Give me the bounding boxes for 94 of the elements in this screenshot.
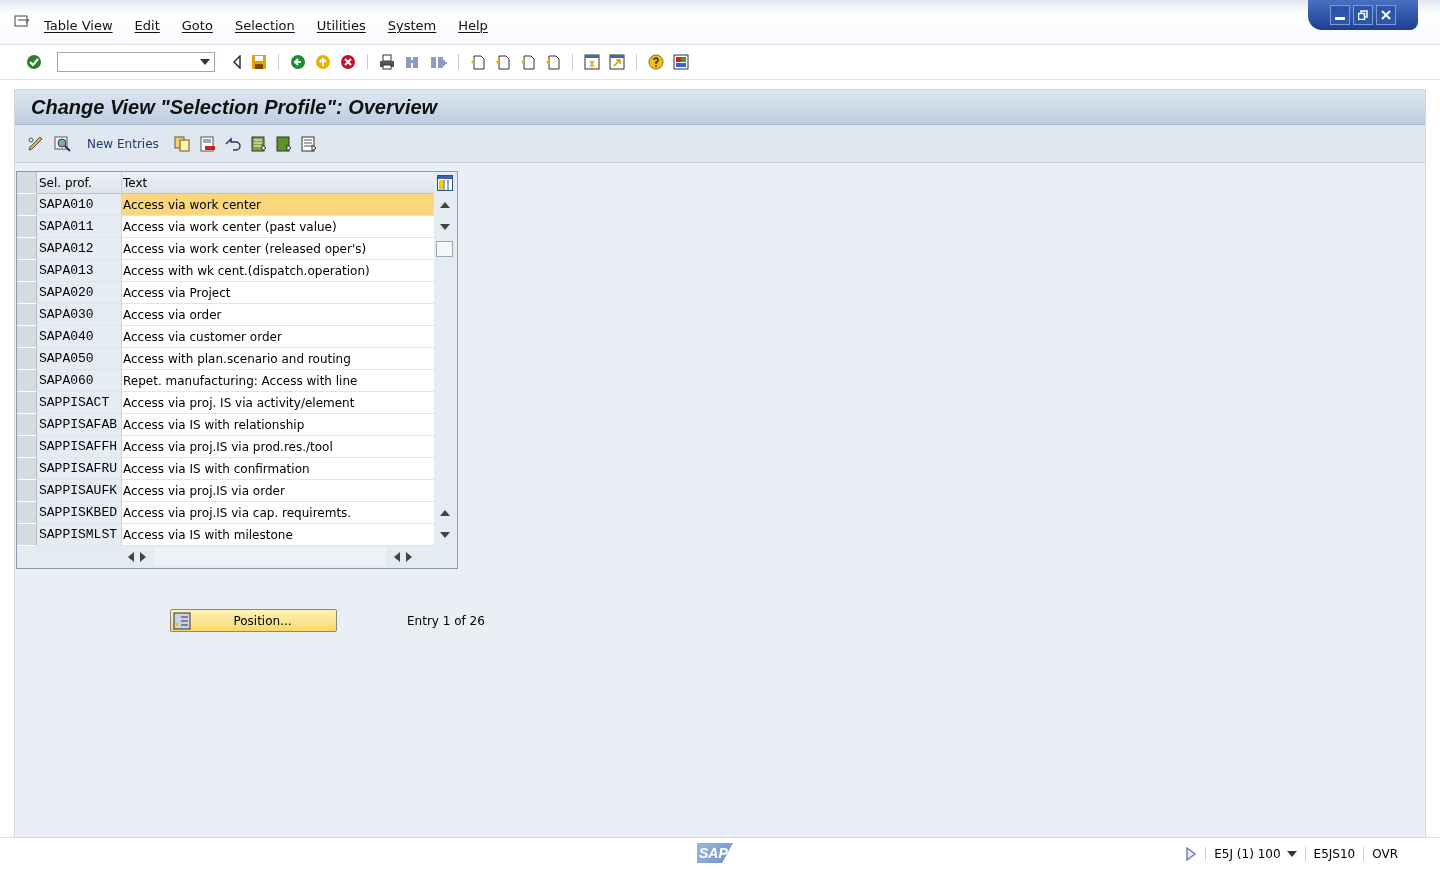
scroll-up-icon[interactable] (439, 510, 450, 516)
table-cell: SAPA012 (37, 238, 122, 260)
scroll-down-icon[interactable] (439, 224, 450, 230)
table-cell: Access via work center (past value) (122, 216, 434, 238)
table-cell: SAPA011 (37, 216, 122, 238)
menu-item[interactable]: Utilities (316, 11, 366, 33)
table-cell: SAPA060 (37, 370, 122, 392)
delete-icon[interactable] (198, 135, 215, 152)
command-field[interactable] (57, 52, 215, 72)
restore-icon (1358, 10, 1368, 20)
table-cell: Access via IS with relationship (122, 414, 434, 436)
print-icon[interactable] (379, 54, 395, 70)
menu-item[interactable]: System (387, 11, 437, 33)
table-cell: Access via proj.IS via prod.res./tool (122, 436, 434, 458)
scroll-left-icon[interactable] (128, 552, 134, 562)
scroll-left-icon[interactable] (394, 552, 400, 562)
table-cell: SAPPISAUFK (37, 480, 122, 502)
table-cell: Access with wk cent.(dispatch.operation) (122, 260, 434, 282)
cancel-icon[interactable] (340, 54, 356, 70)
table-cell: Repet. manufacturing: Access with line (122, 370, 434, 392)
scroll-right-icon[interactable] (406, 552, 412, 562)
scroll-down-icon[interactable] (439, 532, 450, 538)
help-icon[interactable] (648, 54, 664, 70)
table-cell: Access via order (122, 304, 434, 326)
table-cell: Access via IS with confirmation (122, 458, 434, 480)
column-header[interactable]: Text (122, 172, 434, 194)
table-cell: Access via IS with milestone (122, 524, 434, 546)
select-all-icon[interactable] (250, 135, 267, 152)
menu-icon[interactable] (14, 15, 32, 29)
system-info[interactable]: E5J (1) 100 (1205, 847, 1305, 861)
table-cell: Access via Project (122, 282, 434, 304)
table-cell: SAPA020 (37, 282, 122, 304)
table-cell: SAPA013 (37, 260, 122, 282)
previous-page-icon[interactable] (495, 54, 511, 70)
undo-icon[interactable] (223, 135, 242, 152)
next-page-icon[interactable] (520, 54, 536, 70)
table-cell: SAPPISMLST (37, 524, 122, 546)
insert-mode[interactable]: OVR (1363, 847, 1406, 861)
screen-title: Change View "Selection Profile": Overview (31, 95, 438, 119)
column-header[interactable]: Sel. prof. (37, 172, 122, 194)
entry-counter: Entry 1 of 26 (407, 613, 485, 628)
display-icon[interactable] (54, 135, 72, 152)
table-cell: SAPPISAFRU (37, 458, 122, 480)
binoculars-icon[interactable] (404, 54, 420, 70)
scrollbar-thumb[interactable] (436, 241, 453, 257)
scroll-right-icon[interactable] (140, 552, 146, 562)
sap-logo: SAP (697, 843, 733, 863)
minimize-button[interactable] (1330, 5, 1350, 25)
system-info-text: E5J (1) 100 (1214, 847, 1281, 861)
position-button[interactable]: Position... (170, 609, 337, 632)
menu-item[interactable]: Help (458, 11, 488, 33)
table-cell: Access via proj.IS via cap. requiremts. (122, 502, 434, 524)
table-cell: SAPA040 (37, 326, 122, 348)
table-cell: Access via work center (122, 194, 434, 216)
menu-item[interactable]: Table View (44, 11, 113, 33)
close-button[interactable] (1376, 5, 1396, 25)
restore-button[interactable] (1353, 5, 1373, 25)
scroll-up-icon[interactable] (439, 202, 450, 208)
minimize-icon (1335, 17, 1345, 20)
layout-icon[interactable] (673, 54, 689, 70)
last-page-icon[interactable] (545, 54, 561, 70)
first-page-icon[interactable] (470, 54, 486, 70)
check-icon[interactable] (26, 54, 42, 70)
triangle-left-icon[interactable] (232, 55, 242, 69)
table-cell: SAPA050 (37, 348, 122, 370)
table-cell: SAPPISKBED (37, 502, 122, 524)
caret-icon[interactable] (200, 59, 210, 65)
table-cell: SAPPISACT (37, 392, 122, 414)
table-cell: Access via proj. IS via activity/element (122, 392, 434, 414)
table-cell: Access with plan.scenario and routing (122, 348, 434, 370)
table-cell: SAPA010 (37, 194, 122, 216)
save-icon[interactable] (251, 54, 267, 70)
server-name: E5JS10 (1304, 847, 1364, 861)
back-icon[interactable] (290, 54, 306, 70)
deselect-all-icon[interactable] (300, 135, 317, 152)
copy-icon[interactable] (173, 135, 190, 152)
dropdown-icon[interactable] (1286, 851, 1297, 857)
table-cell: Access via proj.IS via order (122, 480, 434, 502)
menu-item[interactable]: Goto (181, 11, 213, 33)
close-icon (1381, 10, 1391, 20)
table-cell: Access via work center (released oper's) (122, 238, 434, 260)
position-icon (173, 611, 191, 630)
menu-item[interactable]: Edit (134, 11, 160, 33)
shortcut-icon[interactable] (609, 54, 625, 70)
menu-item[interactable]: Selection (234, 11, 295, 33)
expand-status-icon[interactable] (1185, 847, 1198, 861)
table-cell: SAPPISAFAB (37, 414, 122, 436)
table-cell: SAPA030 (37, 304, 122, 326)
table-cell: SAPPISAFFH (37, 436, 122, 458)
table-cell: Access via customer order (122, 326, 434, 348)
table-settings-icon[interactable] (436, 175, 453, 191)
new-entries-button[interactable]: New Entries (87, 136, 159, 151)
select-block-icon[interactable] (275, 135, 292, 152)
new-window-icon[interactable] (584, 54, 600, 70)
